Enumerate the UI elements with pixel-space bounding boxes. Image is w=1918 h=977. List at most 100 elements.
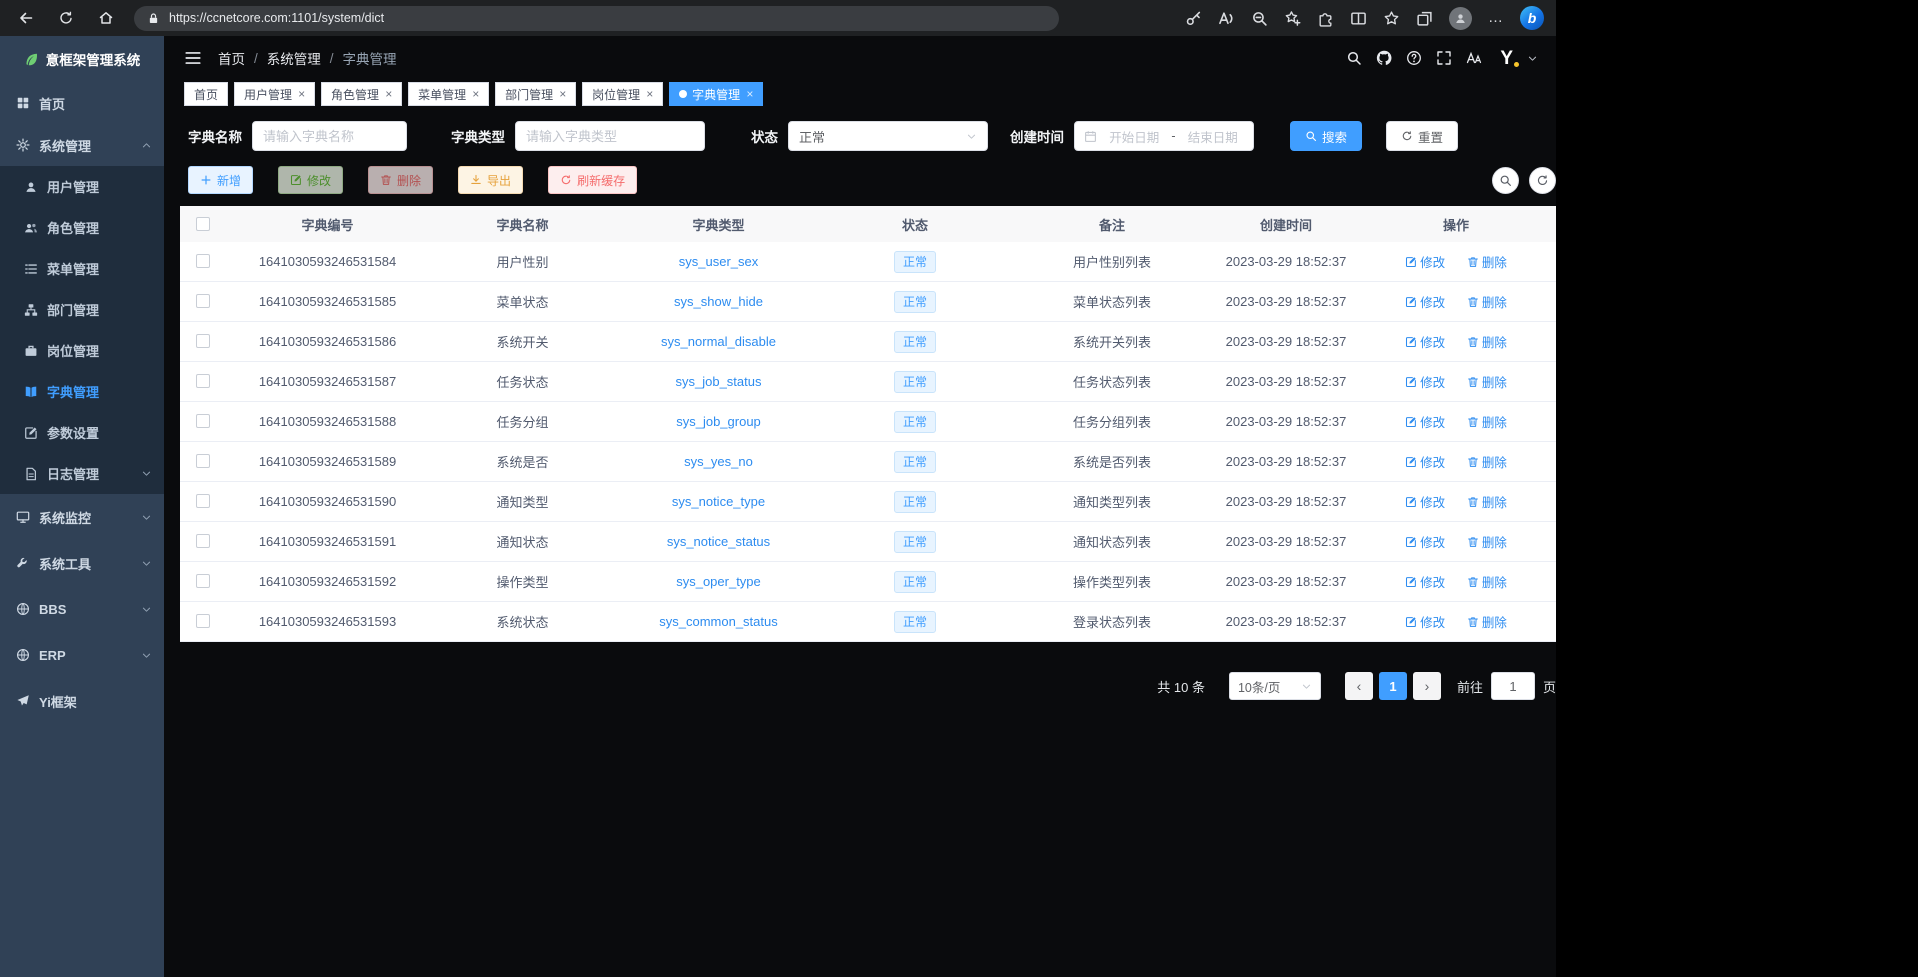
row-edit-link[interactable]: 修改 <box>1405 252 1445 271</box>
breadcrumb-system[interactable]: 系统管理 <box>267 48 321 68</box>
page-size-select[interactable]: 10条/页 <box>1229 672 1321 700</box>
sidebar-item-home[interactable]: 首页 <box>0 82 164 124</box>
split-screen-icon[interactable] <box>1350 10 1367 27</box>
search-button[interactable]: 搜索 <box>1290 121 1362 151</box>
dict-type-link[interactable]: sys_yes_no <box>684 454 753 469</box>
row-delete-link[interactable]: 删除 <box>1467 412 1507 431</box>
dict-type-link[interactable]: sys_user_sex <box>679 254 758 269</box>
browser-home-button[interactable] <box>86 3 126 33</box>
row-edit-link[interactable]: 修改 <box>1405 532 1445 551</box>
add-favorite-icon[interactable] <box>1284 10 1301 27</box>
view-tab[interactable]: 首页 <box>184 82 228 106</box>
row-checkbox[interactable] <box>196 494 210 508</box>
reset-button[interactable]: 重置 <box>1386 121 1458 151</box>
sidebar-item-post-manage[interactable]: 岗位管理 <box>0 330 164 371</box>
tab-close-icon[interactable]: × <box>559 88 566 100</box>
row-edit-link[interactable]: 修改 <box>1405 412 1445 431</box>
sidebar-item-erp[interactable]: ERP <box>0 632 164 678</box>
row-edit-link[interactable]: 修改 <box>1405 612 1445 631</box>
sidebar-item-user-manage[interactable]: 用户管理 <box>0 166 164 207</box>
sidebar-item-bbs[interactable]: BBS <box>0 586 164 632</box>
tab-close-icon[interactable]: × <box>385 88 392 100</box>
font-size-icon[interactable] <box>1466 50 1482 66</box>
row-edit-link[interactable]: 修改 <box>1405 492 1445 511</box>
row-checkbox[interactable] <box>196 534 210 548</box>
dict-type-link[interactable]: sys_job_status <box>676 374 762 389</box>
row-delete-link[interactable]: 删除 <box>1467 572 1507 591</box>
user-avatar-logo[interactable]: Y <box>1500 49 1513 68</box>
dict-type-link[interactable]: sys_notice_type <box>672 494 765 509</box>
dict-type-link[interactable]: sys_oper_type <box>676 574 761 589</box>
sidebar-item-system-monitor[interactable]: 系统监控 <box>0 494 164 540</box>
zoom-out-icon[interactable] <box>1251 10 1268 27</box>
row-delete-link[interactable]: 删除 <box>1467 492 1507 511</box>
sidebar-item-yi-framework[interactable]: Yi框架 <box>0 678 164 724</box>
toggle-search-button[interactable] <box>1492 167 1519 194</box>
sidebar-toggle-icon[interactable] <box>184 49 202 67</box>
profile-avatar[interactable] <box>1449 7 1472 30</box>
add-button[interactable]: 新增 <box>188 166 253 194</box>
favorites-icon[interactable] <box>1383 10 1400 27</box>
row-edit-link[interactable]: 修改 <box>1405 292 1445 311</box>
browser-menu-icon[interactable]: … <box>1488 15 1504 21</box>
export-button[interactable]: 导出 <box>458 166 523 194</box>
breadcrumb-home[interactable]: 首页 <box>218 48 245 68</box>
bing-icon[interactable]: b <box>1520 6 1544 30</box>
view-tab[interactable]: 字典管理 × <box>669 82 763 106</box>
delete-button[interactable]: 删除 <box>368 166 433 194</box>
dict-type-link[interactable]: sys_common_status <box>659 614 778 629</box>
address-bar[interactable]: https://ccnetcore.com:1101/system/dict <box>134 6 1059 31</box>
row-edit-link[interactable]: 修改 <box>1405 332 1445 351</box>
dict-type-link[interactable]: sys_job_group <box>676 414 761 429</box>
sidebar-item-param-settings[interactable]: 参数设置 <box>0 412 164 453</box>
next-page-button[interactable]: › <box>1413 672 1441 700</box>
sidebar-item-dict-manage[interactable]: 字典管理 <box>0 371 164 412</box>
browser-back-button[interactable] <box>6 3 46 33</box>
view-tab[interactable]: 岗位管理 × <box>582 82 663 106</box>
dict-name-input[interactable] <box>252 121 407 151</box>
collections-icon[interactable] <box>1416 10 1433 27</box>
row-delete-link[interactable]: 删除 <box>1467 332 1507 351</box>
row-delete-link[interactable]: 删除 <box>1467 452 1507 471</box>
tab-close-icon[interactable]: × <box>472 88 479 100</box>
help-icon[interactable] <box>1406 50 1422 66</box>
date-range-picker[interactable]: 开始日期 - 结束日期 <box>1074 121 1254 151</box>
row-checkbox[interactable] <box>196 334 210 348</box>
read-aloud-icon[interactable] <box>1218 10 1235 27</box>
row-checkbox[interactable] <box>196 294 210 308</box>
view-tab[interactable]: 部门管理 × <box>495 82 576 106</box>
row-checkbox[interactable] <box>196 254 210 268</box>
select-all-checkbox[interactable] <box>196 217 210 231</box>
password-key-icon[interactable] <box>1185 10 1202 27</box>
row-edit-link[interactable]: 修改 <box>1405 452 1445 471</box>
sidebar-item-dept-manage[interactable]: 部门管理 <box>0 289 164 330</box>
dict-type-link[interactable]: sys_normal_disable <box>661 334 776 349</box>
row-delete-link[interactable]: 删除 <box>1467 252 1507 271</box>
current-page-button[interactable]: 1 <box>1379 672 1407 700</box>
tab-close-icon[interactable]: × <box>746 88 753 100</box>
dict-type-link[interactable]: sys_notice_status <box>667 534 770 549</box>
view-tab[interactable]: 角色管理 × <box>321 82 402 106</box>
row-edit-link[interactable]: 修改 <box>1405 572 1445 591</box>
sidebar-item-menu-manage[interactable]: 菜单管理 <box>0 248 164 289</box>
fullscreen-icon[interactable] <box>1436 50 1452 66</box>
row-checkbox[interactable] <box>196 414 210 428</box>
sidebar-item-log-manage[interactable]: 日志管理 <box>0 453 164 494</box>
dict-type-link[interactable]: sys_show_hide <box>674 294 763 309</box>
sidebar-item-system-manage[interactable]: 系统管理 <box>0 124 164 166</box>
refresh-cache-button[interactable]: 刷新缓存 <box>548 166 637 194</box>
sidebar-item-role-manage[interactable]: 角色管理 <box>0 207 164 248</box>
row-checkbox[interactable] <box>196 374 210 388</box>
dict-type-input[interactable] <box>515 121 705 151</box>
row-edit-link[interactable]: 修改 <box>1405 372 1445 391</box>
prev-page-button[interactable]: ‹ <box>1345 672 1373 700</box>
github-icon[interactable] <box>1376 50 1392 66</box>
browser-refresh-button[interactable] <box>46 3 86 33</box>
row-checkbox[interactable] <box>196 574 210 588</box>
row-delete-link[interactable]: 删除 <box>1467 532 1507 551</box>
tab-close-icon[interactable]: × <box>646 88 653 100</box>
view-tab[interactable]: 菜单管理 × <box>408 82 489 106</box>
edit-button[interactable]: 修改 <box>278 166 343 194</box>
view-tab[interactable]: 用户管理 × <box>234 82 315 106</box>
avatar-dropdown-icon[interactable] <box>1527 53 1538 64</box>
